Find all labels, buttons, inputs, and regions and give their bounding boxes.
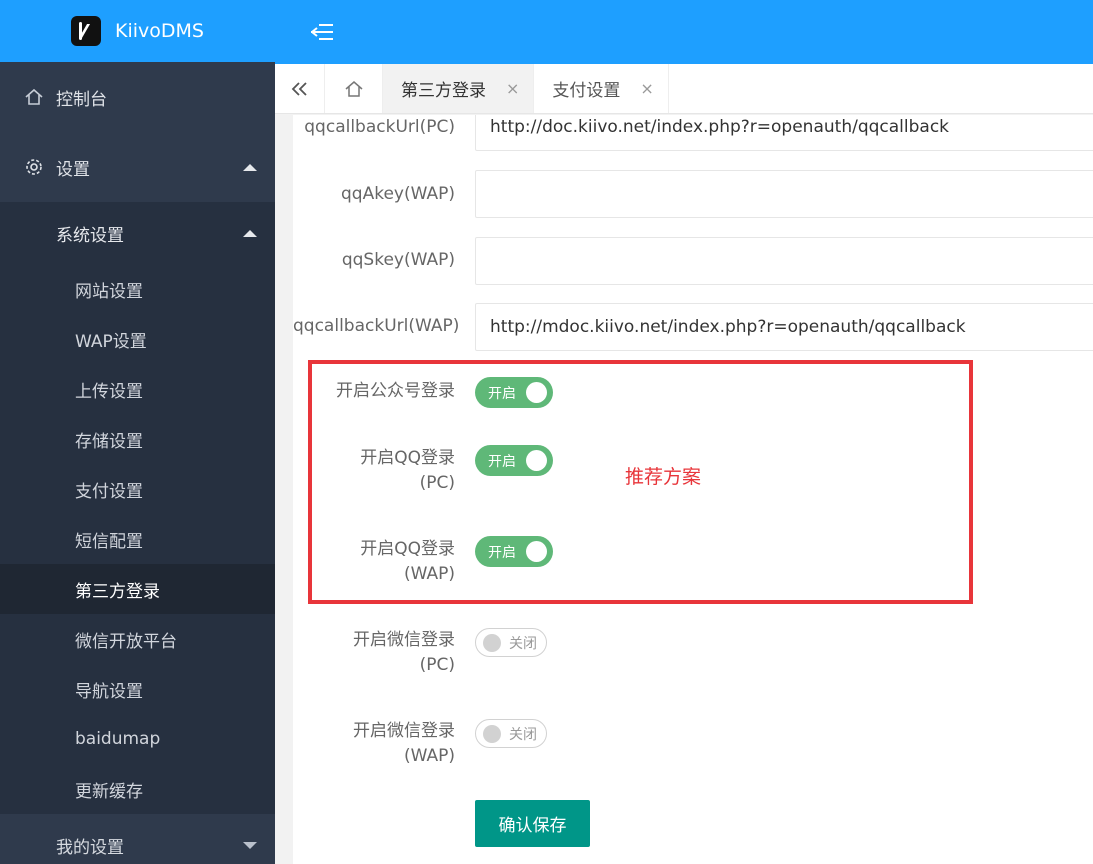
qq-login-wap-label-suffix: (WAP) xyxy=(403,564,455,584)
sidebar-item-label: 短信配置 xyxy=(75,531,143,552)
recommendation-note: 推荐方案 xyxy=(625,466,702,488)
sidebar-item-label: 系统设置 xyxy=(56,225,124,246)
qq-akey-wap-input[interactable] xyxy=(475,170,1093,218)
sidebar-item-label: 设置 xyxy=(56,159,90,180)
logo-area[interactable]: KiivoDMS xyxy=(0,0,275,62)
qq-callback-pc-input[interactable]: http://doc.kiivo.net/index.php?r=openaut… xyxy=(475,115,1093,151)
toggle-state: 关闭 xyxy=(509,726,537,743)
toggle-state: 开启 xyxy=(488,385,516,402)
sidebar-item-wap[interactable]: WAP设置 xyxy=(0,314,275,364)
toggle-knob xyxy=(526,450,547,471)
toggle-knob xyxy=(526,382,547,403)
qq-skey-wap-label: qqSkey(WAP) xyxy=(341,250,455,270)
menu-toggle-icon[interactable] xyxy=(311,22,333,42)
toggle-knob xyxy=(483,634,501,652)
qq-login-wap-label: 开启QQ登录 xyxy=(360,539,455,559)
sidebar-item-baidumap[interactable]: baidumap xyxy=(0,714,275,764)
qq-akey-wap-label: qqAkey(WAP) xyxy=(341,184,455,204)
toggle-state: 开启 xyxy=(488,453,516,470)
sidebar-item-dashboard[interactable]: 控制台 xyxy=(0,62,275,132)
sidebar-item-label: baidumap xyxy=(75,729,161,749)
toggle-state: 关闭 xyxy=(509,635,537,652)
sidebar-item-label: 网站设置 xyxy=(75,281,143,302)
qq-login-pc-label: 开启QQ登录 xyxy=(360,448,455,468)
sidebar-item-label: WAP设置 xyxy=(75,331,147,352)
qq-callback-wap-label: qqcallbackUrl(WAP) xyxy=(293,316,460,336)
toggle-knob xyxy=(526,541,547,562)
caret-up-icon xyxy=(243,163,257,171)
sidebar-item-label: 我的设置 xyxy=(56,837,124,858)
tab-label: 第三方登录 xyxy=(401,81,486,101)
wx-login-pc-label: 开启微信登录 xyxy=(353,630,455,650)
home-icon xyxy=(24,87,44,107)
caret-up-icon xyxy=(243,229,257,237)
sidebar-item-navigation[interactable]: 导航设置 xyxy=(0,664,275,714)
qq-callback-pc-label: qqcallbackUrl(PC) xyxy=(304,117,455,137)
qq-login-wap-toggle[interactable]: 开启 xyxy=(475,536,553,567)
sidebar-item-storage[interactable]: 存储设置 xyxy=(0,414,275,464)
qq-login-pc-toggle[interactable]: 开启 xyxy=(475,445,553,476)
close-icon[interactable]: × xyxy=(506,79,519,98)
sidebar-item-label: 导航设置 xyxy=(75,681,143,702)
sidebar-item-refresh-cache[interactable]: 更新缓存 xyxy=(0,764,275,814)
caret-down-icon xyxy=(243,841,257,849)
sidebar-item-label: 更新缓存 xyxy=(75,781,143,802)
tab-payment-settings[interactable]: 支付设置 × xyxy=(534,64,669,113)
qq-login-pc-label-suffix: (PC) xyxy=(419,473,455,493)
sidebar-item-my-settings[interactable]: 我的设置 xyxy=(0,814,275,864)
brand-name: KiivoDMS xyxy=(115,20,204,42)
qq-callback-wap-input[interactable]: http://mdoc.kiivo.net/index.php?r=openau… xyxy=(475,303,1093,351)
sidebar-item-settings[interactable]: 设置 xyxy=(0,132,275,202)
sidebar-item-sms[interactable]: 短信配置 xyxy=(0,514,275,564)
sidebar-item-third-party-login[interactable]: 第三方登录 xyxy=(0,564,275,614)
sidebar-item-payment[interactable]: 支付设置 xyxy=(0,464,275,514)
sidebar-item-label: 第三方登录 xyxy=(75,581,160,602)
wx-login-pc-label-suffix: (PC) xyxy=(419,655,455,675)
sidebar: KiivoDMS 控制台 设置 系统设置 网站设置 WAP设置 上传设置 存储设… xyxy=(0,0,275,864)
sidebar-item-label: 支付设置 xyxy=(75,481,143,502)
sidebar-submenu: 系统设置 网站设置 WAP设置 上传设置 存储设置 支付设置 短信配置 第三方登… xyxy=(0,202,275,814)
settings-form: qqcallbackUrl(PC) http://doc.kiivo.net/i… xyxy=(293,115,1093,864)
toggle-knob xyxy=(483,725,501,743)
close-icon[interactable]: × xyxy=(640,79,653,98)
qq-skey-wap-input[interactable] xyxy=(475,237,1093,285)
sidebar-item-system-settings[interactable]: 系统设置 xyxy=(0,202,275,264)
tab-third-party-login[interactable]: 第三方登录 × xyxy=(383,64,535,113)
tabs-scroll-left-icon[interactable] xyxy=(275,64,325,113)
mp-login-toggle[interactable]: 开启 xyxy=(475,377,553,408)
top-bar xyxy=(275,0,1093,64)
toggle-state: 开启 xyxy=(488,544,516,561)
mp-login-label: 开启公众号登录 xyxy=(336,381,455,401)
logo-icon xyxy=(71,16,101,46)
sidebar-item-wechat-open[interactable]: 微信开放平台 xyxy=(0,614,275,664)
wx-login-wap-label-suffix: (WAP) xyxy=(403,746,455,766)
wx-login-pc-toggle[interactable]: 关闭 xyxy=(475,628,547,657)
sidebar-item-upload[interactable]: 上传设置 xyxy=(0,364,275,414)
sidebar-item-label: 控制台 xyxy=(56,89,107,110)
sidebar-item-label: 存储设置 xyxy=(75,431,143,452)
tab-label: 支付设置 xyxy=(552,81,621,101)
sidebar-item-label: 上传设置 xyxy=(75,381,143,402)
tab-home-icon[interactable] xyxy=(325,64,383,113)
tab-bar: 第三方登录 × 支付设置 × xyxy=(275,64,1093,114)
save-button[interactable]: 确认保存 xyxy=(475,800,590,847)
sidebar-item-website[interactable]: 网站设置 xyxy=(0,264,275,314)
wx-login-wap-toggle[interactable]: 关闭 xyxy=(475,719,547,748)
sidebar-item-label: 微信开放平台 xyxy=(75,631,177,652)
wx-login-wap-label: 开启微信登录 xyxy=(353,721,455,741)
gear-icon xyxy=(24,157,44,177)
